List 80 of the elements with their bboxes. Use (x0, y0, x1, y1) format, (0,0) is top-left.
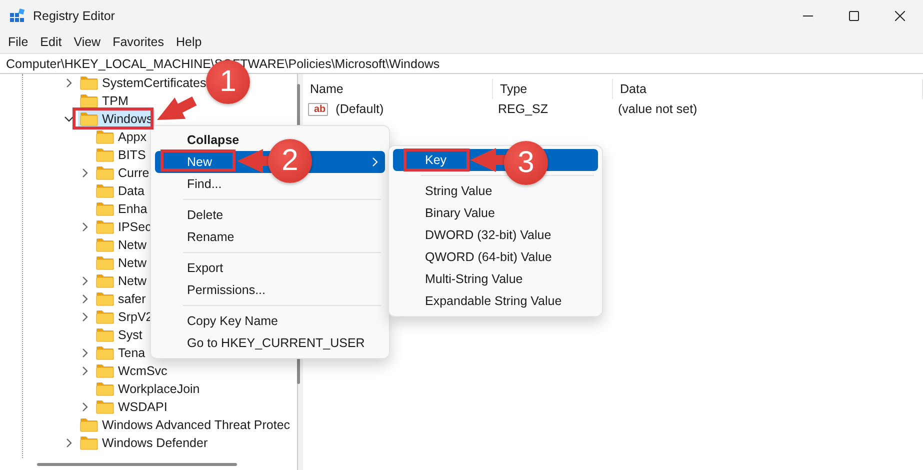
tree-item[interactable]: safer (94, 290, 148, 308)
chevron-right-icon[interactable] (80, 366, 90, 376)
chevron-right-icon[interactable] (80, 276, 90, 286)
table-cell-text: (value not set) (617, 102, 698, 116)
menu-item[interactable]: Copy Key Name (155, 310, 385, 332)
menu-item[interactable]: Help (170, 35, 208, 49)
folder-icon (80, 94, 98, 108)
tree-item[interactable]: WcmSvc (94, 362, 170, 380)
folder-icon (96, 346, 114, 360)
close-icon (895, 11, 905, 21)
folder-icon (96, 310, 114, 324)
string-value-icon: ab (308, 102, 328, 116)
menu-item[interactable]: Rename (155, 226, 385, 248)
folder-icon (80, 76, 98, 90)
chevron-right-icon[interactable] (80, 312, 90, 322)
menu-item[interactable]: Multi-String Value (393, 268, 598, 290)
tree-item[interactable]: Data (94, 182, 146, 200)
menu-item[interactable]: View (68, 35, 107, 49)
window-title: Registry Editor (33, 9, 115, 23)
tree-item[interactable]: Appx (94, 128, 148, 146)
folder-icon (96, 238, 114, 252)
folder-icon (96, 256, 114, 270)
folder-icon (96, 292, 114, 306)
maximize-icon (849, 11, 859, 21)
folder-icon (96, 202, 114, 216)
menu-item[interactable]: Permissions... (155, 279, 385, 301)
folder-icon (96, 364, 114, 378)
folder-icon (80, 418, 98, 432)
chevron-right-icon[interactable] (64, 438, 74, 448)
tree-item[interactable]: TPM (78, 92, 130, 110)
menu-item[interactable]: DWORD (32-bit) Value (393, 224, 598, 246)
chevron-right-icon[interactable] (80, 222, 90, 232)
menu-item[interactable]: QWORD (64-bit) Value (393, 246, 598, 268)
highlight-frame (404, 148, 470, 172)
tree-item[interactable]: Netw (94, 272, 148, 290)
folder-icon (80, 112, 98, 126)
tree-item[interactable]: Enha (94, 200, 150, 218)
tree-item[interactable]: WSDAPI (94, 398, 170, 416)
menu-item[interactable]: Delete (155, 204, 385, 226)
tree-item[interactable]: Curre (94, 164, 152, 182)
folder-icon (96, 274, 114, 288)
table-cell-text: REG_SZ (497, 102, 550, 116)
menu-item[interactable]: Export (155, 257, 385, 279)
menu-item[interactable]: Favorites (106, 35, 170, 49)
tree-item[interactable]: Netw (94, 254, 148, 272)
callout-arrow (157, 96, 197, 120)
tree-item[interactable]: Windows Defender (78, 434, 210, 452)
folder-icon (96, 382, 114, 396)
chevron-right-icon[interactable] (80, 294, 90, 304)
folder-icon (96, 400, 114, 414)
chevron-right-icon[interactable] (80, 168, 90, 178)
folder-icon (96, 166, 114, 180)
folder-icon (96, 328, 114, 342)
tree-item[interactable]: Netw (94, 236, 148, 254)
chevron-down-icon[interactable] (64, 114, 74, 124)
folder-icon (96, 148, 114, 162)
menu-item[interactable]: Edit (34, 35, 68, 49)
tree-item[interactable]: Tena (94, 344, 148, 362)
value-name[interactable]: (Default) (330, 102, 384, 116)
column-header[interactable]: Type (493, 79, 613, 99)
folder-icon (80, 436, 98, 450)
folder-icon (96, 130, 114, 144)
column-header[interactable]: Data (613, 79, 923, 99)
tree-item[interactable]: WorkplaceJoin (94, 380, 202, 398)
tree-item[interactable]: Syst (94, 326, 144, 344)
tree-item[interactable]: Windows Advanced Threat Protec (78, 416, 292, 434)
column-header[interactable]: Name (303, 79, 493, 99)
chevron-right-icon[interactable] (80, 348, 90, 358)
tree-item[interactable]: IPSec (94, 218, 154, 236)
menu-item[interactable]: Go to HKEY_CURRENT_USER (155, 332, 385, 354)
tree-item[interactable]: BITS (94, 146, 148, 164)
menu-item[interactable]: Binary Value (393, 202, 598, 224)
chevron-right-icon[interactable] (80, 402, 90, 412)
chevron-right-icon[interactable] (64, 78, 74, 88)
menu-item[interactable]: Expandable String Value (393, 290, 598, 312)
folder-icon (96, 220, 114, 234)
tree-item[interactable]: SystemCertificates (78, 74, 208, 92)
folder-icon (96, 184, 114, 198)
menu-item[interactable]: File (2, 35, 34, 49)
app-icon (9, 8, 25, 24)
